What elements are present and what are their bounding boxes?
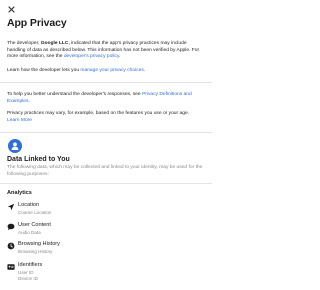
- analytics-heading: Analytics: [7, 190, 32, 196]
- section-description: The following data, which may be collect…: [7, 165, 203, 177]
- section-title: Data Linked to You: [7, 156, 70, 163]
- list-item-identifiers: Identifiers User ID Device ID: [7, 262, 206, 290]
- page-title: App Privacy: [7, 17, 67, 29]
- close-button[interactable]: [6, 4, 16, 14]
- clock-icon: [7, 242, 15, 250]
- divider: [0, 132, 212, 133]
- person-circle-icon: [8, 139, 22, 153]
- close-icon: [7, 5, 15, 13]
- intro-paragraph: The developer, Google LLC, indicated tha…: [7, 41, 200, 60]
- privacy-vary-paragraph: Privacy practices may vary, for example,…: [7, 111, 190, 123]
- definitions-paragraph: To help you better understand the develo…: [7, 92, 192, 104]
- location-arrow-icon: [7, 203, 15, 211]
- list-item-location: Location Coarse Location: [7, 202, 206, 218]
- chat-bubble-icon: [7, 223, 15, 231]
- privacy-policy-link[interactable]: developer's privacy policy: [64, 54, 119, 59]
- divider: [0, 183, 212, 184]
- list-item-browsing-history: Browsing History Browsing History: [7, 241, 206, 257]
- id-card-icon: [7, 263, 15, 271]
- list-item-user-content: User Content Audio Data: [7, 222, 206, 238]
- learn-more-link[interactable]: Learn More: [7, 118, 32, 123]
- developer-name: Google LLC: [40, 41, 69, 46]
- manage-choices-paragraph: Learn how the developer lets you manage …: [7, 68, 146, 73]
- manage-privacy-choices-link[interactable]: manage your privacy choices: [80, 68, 143, 73]
- divider: [0, 82, 212, 83]
